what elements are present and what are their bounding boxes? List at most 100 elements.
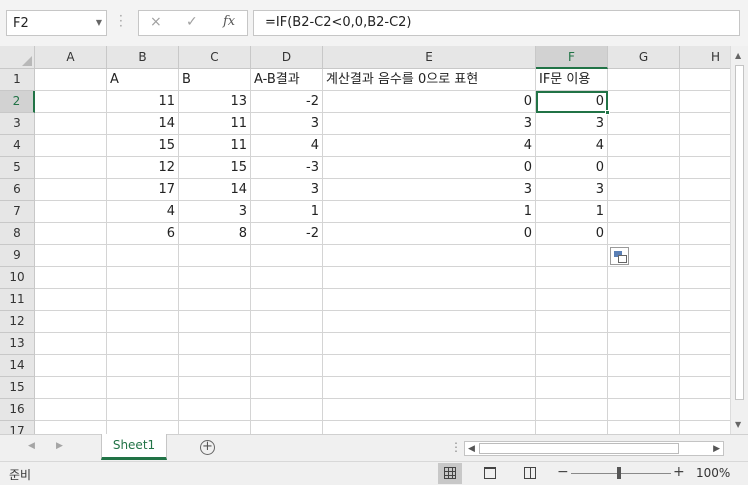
cell-d1[interactable]: A-B결과 (251, 69, 323, 91)
cancel-icon[interactable]: × (150, 14, 162, 30)
more-icon[interactable]: ⋮ (450, 440, 462, 454)
chevron-down-icon[interactable]: ▼ (96, 18, 102, 27)
cell-g11[interactable] (608, 289, 680, 311)
cell-g15[interactable] (608, 377, 680, 399)
cell-a13[interactable] (35, 333, 107, 355)
cell-e9[interactable] (323, 245, 536, 267)
cell-c2[interactable]: 13 (179, 91, 251, 113)
page-break-view-button[interactable] (518, 463, 542, 484)
cell-a5[interactable] (35, 157, 107, 179)
cell-f3[interactable]: 3 (536, 113, 608, 135)
cell-e15[interactable] (323, 377, 536, 399)
zoom-slider-thumb[interactable] (617, 467, 621, 479)
cell-e12[interactable] (323, 311, 536, 333)
cell-f5[interactable]: 0 (536, 157, 608, 179)
cell-e5[interactable]: 0 (323, 157, 536, 179)
cell-e6[interactable]: 3 (323, 179, 536, 201)
cell-b8[interactable]: 6 (107, 223, 179, 245)
cell-c5[interactable]: 15 (179, 157, 251, 179)
row-header-15[interactable]: 15 (0, 377, 35, 399)
cell-f13[interactable] (536, 333, 608, 355)
cell-g3[interactable] (608, 113, 680, 135)
cell-a10[interactable] (35, 267, 107, 289)
cell-e17[interactable] (323, 421, 536, 434)
cell-f7[interactable]: 1 (536, 201, 608, 223)
tab-sheet1[interactable]: Sheet1 (101, 434, 167, 460)
row-header-5[interactable]: 5 (0, 157, 35, 179)
cell-c7[interactable]: 3 (179, 201, 251, 223)
cell-e3[interactable]: 3 (323, 113, 536, 135)
scroll-right-icon[interactable]: ▶ (713, 442, 720, 456)
cell-f14[interactable] (536, 355, 608, 377)
cell-d2[interactable]: -2 (251, 91, 323, 113)
cell-e8[interactable]: 0 (323, 223, 536, 245)
cell-f2[interactable]: 0 (536, 91, 610, 115)
select-all-button[interactable] (0, 46, 35, 69)
column-header-b[interactable]: B (107, 46, 179, 69)
cell-a3[interactable] (35, 113, 107, 135)
cell-c12[interactable] (179, 311, 251, 333)
cell-g12[interactable] (608, 311, 680, 333)
row-header-13[interactable]: 13 (0, 333, 35, 355)
column-header-c[interactable]: C (179, 46, 251, 69)
cell-e7[interactable]: 1 (323, 201, 536, 223)
cell-f4[interactable]: 4 (536, 135, 608, 157)
cell-a6[interactable] (35, 179, 107, 201)
cell-c9[interactable] (179, 245, 251, 267)
cell-f15[interactable] (536, 377, 608, 399)
cell-b2[interactable]: 11 (107, 91, 179, 113)
cell-c13[interactable] (179, 333, 251, 355)
cell-c6[interactable]: 14 (179, 179, 251, 201)
column-header-e[interactable]: E (323, 46, 536, 69)
cell-c14[interactable] (179, 355, 251, 377)
cell-e4[interactable]: 4 (323, 135, 536, 157)
cell-a2[interactable] (35, 91, 107, 113)
cell-d3[interactable]: 3 (251, 113, 323, 135)
paste-options-icon[interactable] (610, 247, 629, 265)
cell-c17[interactable] (179, 421, 251, 434)
cell-c16[interactable] (179, 399, 251, 421)
column-header-a[interactable]: A (35, 46, 107, 69)
row-header-16[interactable]: 16 (0, 399, 35, 421)
cell-d4[interactable]: 4 (251, 135, 323, 157)
row-header-8[interactable]: 8 (0, 223, 35, 245)
cell-e13[interactable] (323, 333, 536, 355)
page-layout-view-button[interactable] (478, 463, 502, 484)
cell-e10[interactable] (323, 267, 536, 289)
cell-g6[interactable] (608, 179, 680, 201)
cell-f9[interactable] (536, 245, 608, 267)
cell-a1[interactable] (35, 69, 107, 91)
scroll-left-icon[interactable]: ◀ (468, 442, 475, 456)
row-header-4[interactable]: 4 (0, 135, 35, 157)
cell-g16[interactable] (608, 399, 680, 421)
cell-b12[interactable] (107, 311, 179, 333)
cell-d16[interactable] (251, 399, 323, 421)
cell-g5[interactable] (608, 157, 680, 179)
cell-e11[interactable] (323, 289, 536, 311)
cell-e14[interactable] (323, 355, 536, 377)
cell-d12[interactable] (251, 311, 323, 333)
cell-e1[interactable]: 계산결과 음수를 0으로 표현 (323, 69, 536, 91)
cell-b16[interactable] (107, 399, 179, 421)
row-header-14[interactable]: 14 (0, 355, 35, 377)
cell-b6[interactable]: 17 (107, 179, 179, 201)
cell-d9[interactable] (251, 245, 323, 267)
cell-c4[interactable]: 11 (179, 135, 251, 157)
cell-b5[interactable]: 12 (107, 157, 179, 179)
zoom-in-button[interactable]: + (673, 464, 685, 480)
tab-next-icon[interactable]: ▶ (56, 441, 63, 451)
cell-c11[interactable] (179, 289, 251, 311)
cell-a8[interactable] (35, 223, 107, 245)
cell-g2[interactable] (608, 91, 680, 113)
row-header-9[interactable]: 9 (0, 245, 35, 267)
cell-b3[interactable]: 14 (107, 113, 179, 135)
scroll-up-icon[interactable]: ▲ (735, 51, 741, 60)
row-header-1[interactable]: 1 (0, 69, 35, 91)
cell-a17[interactable] (35, 421, 107, 434)
cell-g1[interactable] (608, 69, 680, 91)
cell-b10[interactable] (107, 267, 179, 289)
cell-c1[interactable]: B (179, 69, 251, 91)
cell-a15[interactable] (35, 377, 107, 399)
formula-input[interactable]: =IF(B2-C2<0,0,B2-C2) (253, 10, 740, 36)
cell-b4[interactable]: 15 (107, 135, 179, 157)
